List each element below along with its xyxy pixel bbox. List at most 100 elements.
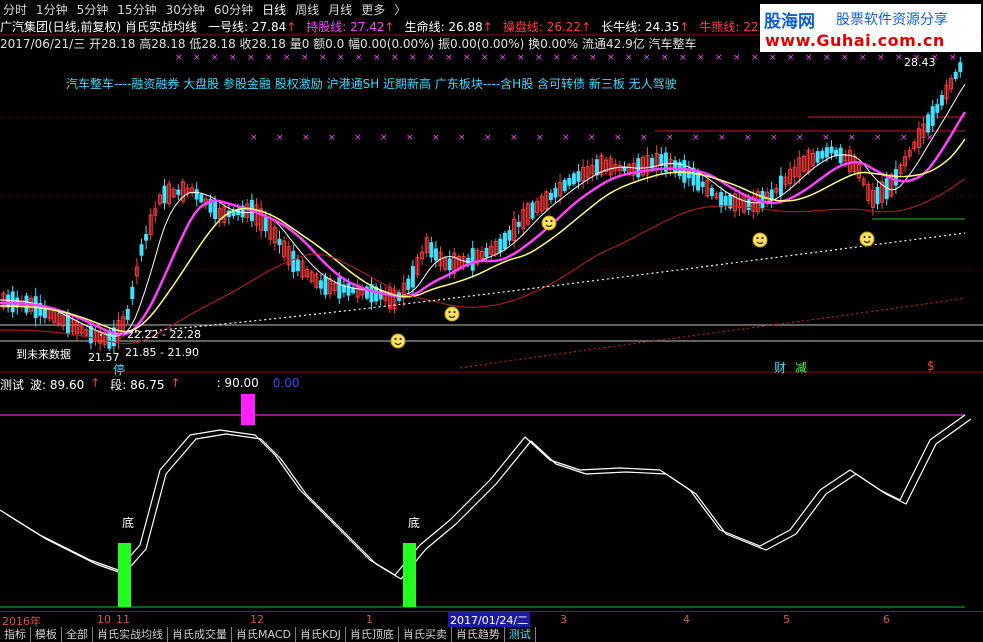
indicator-tab-bar: 指标 模板 全部 肖氏实战均线 肖氏成交量 肖氏MACD 肖氏KDJ 肖氏顶底 肖氏买卖 肖氏趋势… — [0, 627, 983, 642]
tab-1[interactable]: 模板 — [31, 627, 62, 642]
signal-x-mark: × — [571, 53, 579, 63]
period-4[interactable]: 30分钟 — [166, 1, 205, 18]
period-10[interactable]: 〉 — [394, 1, 406, 18]
dollar-mark[interactable]: $ — [927, 359, 935, 373]
signal-x-mark: × — [463, 53, 471, 63]
candle-body — [576, 171, 581, 182]
candle-body — [939, 94, 944, 106]
candle-body — [470, 248, 475, 271]
guhai-logo: 股海网 股票软件资源分享 www.Guhai.com.cn — [760, 4, 981, 52]
candle-body — [548, 192, 553, 201]
period-0[interactable]: 分时 — [3, 1, 27, 18]
signal-x-mark: × — [458, 133, 466, 143]
indicator-panel-header: 测试 波: 89.60 ↑ 段: 86.75 ↑ : 90.00 0.00 — [0, 376, 300, 393]
period-2[interactable]: 5分钟 — [77, 1, 109, 18]
ma-legend-item-0: 一号线: 27.84↑ — [208, 20, 297, 34]
signal-x-mark: × — [666, 133, 674, 143]
candle-body — [194, 189, 199, 200]
date-tick: 6 — [883, 613, 890, 626]
signal-x-mark: × — [692, 133, 700, 143]
concept-tags[interactable]: 汽车整车----融资融券 大盘股 参股金融 股权激励 沪港通SH 近期新高 广东… — [66, 75, 677, 92]
stock-name[interactable]: 广汽集团(日线,前复权) — [0, 20, 121, 34]
signal-x-mark: × — [380, 133, 388, 143]
tab-8[interactable]: 肖氏买卖 — [399, 627, 452, 642]
signal-x-mark: × — [822, 133, 830, 143]
smiley-eye — [863, 236, 866, 238]
price-range-label-1: 22.22 - 22.28 — [127, 328, 201, 341]
signal-x-mark: × — [250, 133, 258, 143]
price-high-label: 28.43 — [904, 56, 936, 69]
tab-4[interactable]: 肖氏成交量 — [168, 627, 232, 642]
candle-body — [815, 151, 820, 163]
candle-body — [213, 200, 218, 219]
wave-arrow: ↑ — [90, 376, 101, 390]
tab-2[interactable]: 全部 — [62, 627, 93, 642]
logo-url: www.Guhai.com.cn — [765, 31, 945, 50]
signal-x-mark: × — [391, 53, 399, 63]
oscillator-segment-line — [5, 418, 972, 580]
tab-6[interactable]: 肖氏KDJ — [296, 627, 346, 642]
date-tick: 4 — [683, 613, 690, 626]
reduce-mark[interactable]: 减 — [795, 359, 807, 376]
signal-x-mark: × — [715, 53, 723, 63]
signal-x-mark: × — [787, 53, 795, 63]
tab-7[interactable]: 肖氏顶底 — [346, 627, 399, 642]
candle-body — [530, 202, 535, 219]
candle-body — [875, 187, 880, 204]
candle-body — [10, 291, 15, 313]
smiley-signal-icon — [390, 333, 406, 349]
candle-body — [594, 159, 599, 176]
candle-body — [351, 287, 356, 294]
signal-x-mark: × — [247, 53, 255, 63]
tab-5[interactable]: 肖氏MACD — [232, 627, 296, 642]
candle-body — [571, 173, 576, 185]
ma-legend-item-3: 操盘线: 26.22↑ — [502, 20, 592, 34]
tab-9[interactable]: 肖氏趋势 — [452, 627, 505, 642]
signal-x-mark: × — [877, 53, 885, 63]
candle-body — [893, 169, 898, 186]
candle-body — [516, 221, 521, 227]
quote-row: 2017/06/21/三 开28.18 高28.18 低28.18 收28.18… — [0, 37, 697, 51]
candle-body — [723, 195, 728, 206]
date-tick: 12 — [250, 613, 264, 626]
candle-body — [498, 238, 503, 253]
date-axis: 2016年 10 11 12 1 3 4 5 6 2017/01/24/二 — [0, 611, 983, 628]
candle-body — [318, 280, 323, 289]
candle-body — [263, 217, 268, 232]
period-5[interactable]: 60分钟 — [214, 1, 253, 18]
indicator-title[interactable]: 测试 — [0, 376, 24, 393]
period-6[interactable]: 日线 — [262, 1, 286, 18]
indicator-header: 广汽集团(日线,前复权) 肖氏实战均线 — [0, 18, 197, 35]
candle-body — [838, 147, 843, 164]
smiley-signal-icon — [752, 232, 768, 248]
candle-body — [484, 247, 489, 258]
smiley-signal-icon — [541, 215, 557, 231]
ma-line-magenta — [0, 111, 967, 336]
signal-x-mark: × — [823, 53, 831, 63]
period-3[interactable]: 15分钟 — [117, 1, 156, 18]
signal-x-mark: × — [517, 53, 525, 63]
signal-x-mark: × — [562, 133, 570, 143]
period-9[interactable]: 更多 — [361, 1, 385, 18]
period-1[interactable]: 1分钟 — [36, 1, 68, 18]
tab-3[interactable]: 肖氏实战均线 — [93, 627, 168, 642]
long-trend-red-dotted — [459, 297, 966, 369]
bottom-signal-bar — [403, 543, 416, 607]
chart-canvas[interactable]: × × × × × × × × × × × × × × × × × × × × × × × × × × × × × × × × × × × × × × × ×… — [0, 0, 983, 642]
price-range-label-2: 21.85 - 21.90 — [125, 346, 199, 359]
period-8[interactable]: 月线 — [328, 1, 352, 18]
candle-body — [295, 259, 300, 272]
candle-body — [953, 71, 958, 79]
indicator-name[interactable]: 肖氏实战均线 — [125, 20, 197, 34]
finance-mark[interactable]: 财 — [774, 359, 786, 376]
date-tick: 5 — [783, 613, 790, 626]
wave-value: 波: 89.60 — [30, 378, 85, 392]
period-7[interactable]: 周线 — [295, 1, 319, 18]
tab-10[interactable]: 测试 — [505, 627, 536, 642]
candle-body — [935, 104, 940, 113]
signal-x-mark: × — [445, 53, 453, 63]
tab-0[interactable]: 指标 — [0, 627, 31, 642]
signal-x-mark: × — [265, 53, 273, 63]
candle-body — [176, 189, 181, 195]
smiley-signal-icon — [444, 306, 460, 322]
